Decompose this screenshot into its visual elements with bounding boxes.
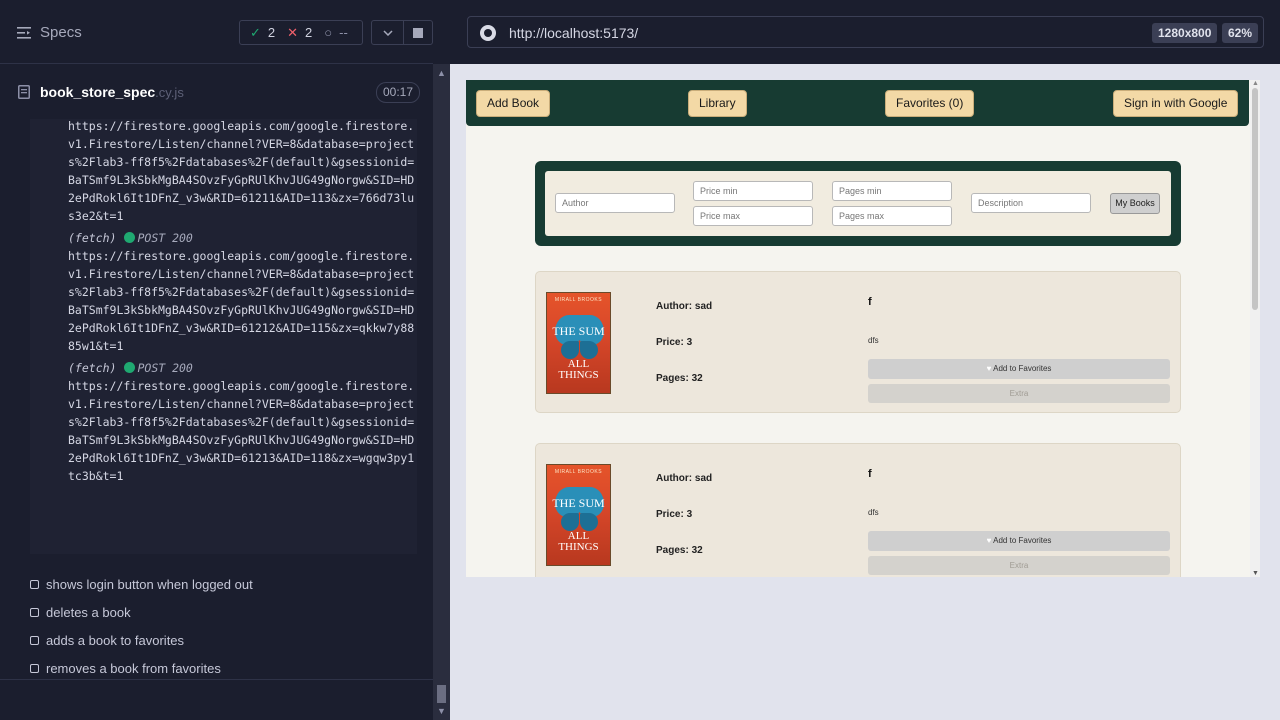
sign-in-button[interactable]: Sign in with Google <box>1113 90 1239 117</box>
book-title: f <box>868 296 872 308</box>
checkbox-icon <box>30 663 39 673</box>
price-max-input[interactable]: Price max <box>693 206 813 226</box>
add-to-favorites-button[interactable]: ♥ Add to Favorites <box>868 531 1170 551</box>
test-item[interactable]: deletes a book <box>30 598 253 626</box>
heart-icon: ♥ <box>986 364 992 373</box>
app-iframe: Add Book Library Favorites (0) Sign in w… <box>466 80 1260 577</box>
my-books-button[interactable]: My Books <box>1110 193 1160 214</box>
specs-label: Specs <box>40 24 82 41</box>
log-url: https://firestore.googleapis.com/google.… <box>68 249 415 353</box>
description-input[interactable]: Description <box>971 193 1091 213</box>
cypress-runner-panel: Specs ✓ 2 ✕ 2 ○ -- book_store_spec.cy.js 00… <box>0 0 433 720</box>
heart-icon: ♥ <box>986 536 992 545</box>
spec-header: book_store_spec.cy.js 00:17 <box>0 65 433 119</box>
log-entry[interactable]: https://firestore.googleapis.com/google.… <box>30 119 417 225</box>
failed-count: 2 <box>305 25 313 40</box>
app-scrollbar[interactable]: ▲ ▼ <box>1250 80 1260 577</box>
book-author: Author: sad <box>656 301 713 312</box>
log-entry[interactable]: (fetch) POST 200 https://firestore.google… <box>30 359 417 485</box>
scroll-up-icon[interactable]: ▲ <box>437 68 446 78</box>
library-button[interactable]: Library <box>688 90 747 117</box>
checkbox-icon <box>30 607 39 617</box>
divider <box>0 679 433 680</box>
book-price: Price: 3 <box>656 337 693 348</box>
stop-button[interactable] <box>403 20 433 45</box>
pages-max-input[interactable]: Pages max <box>832 206 952 226</box>
url-text: http://localhost:5173/ <box>509 25 639 41</box>
scroll-up-icon[interactable]: ▲ <box>1252 80 1259 87</box>
spec-duration: 00:17 <box>376 82 421 103</box>
collapse-button[interactable] <box>371 20 404 45</box>
book-pages: Pages: 32 <box>656 373 703 384</box>
add-to-favorites-button[interactable]: ♥ Add to Favorites <box>868 359 1170 379</box>
document-icon <box>18 85 30 99</box>
book-description: dfs <box>868 336 879 345</box>
book-pages: Pages: 32 <box>656 545 703 556</box>
zoom-badge[interactable]: 62% <box>1222 23 1259 43</box>
command-log: https://firestore.googleapis.com/google.… <box>30 119 417 554</box>
book-price: Price: 3 <box>656 509 693 520</box>
app-navbar: Add Book Library Favorites (0) Sign in w… <box>466 80 1249 126</box>
test-stats: ✓ 2 ✕ 2 ○ -- <box>239 20 363 45</box>
checkbox-icon <box>30 635 39 645</box>
log-head: (fetch) POST 200 <box>68 231 193 245</box>
failed-x-icon: ✕ <box>287 24 299 40</box>
book-title: f <box>868 468 872 480</box>
filter-panel: Author Price min Price max Pages min Pag… <box>535 161 1181 246</box>
url-bar[interactable]: http://localhost:5173/ 1280x800 62% <box>467 16 1264 48</box>
scroll-down-icon[interactable]: ▼ <box>1252 570 1259 577</box>
favorites-button[interactable]: Favorites (0) <box>885 90 975 117</box>
book-description: dfs <box>868 508 879 517</box>
filter-form: Author Price min Price max Pages min Pag… <box>545 171 1171 236</box>
test-item[interactable]: removes a book from favorites <box>30 654 253 682</box>
log-url: https://firestore.googleapis.com/google.… <box>68 119 415 223</box>
specs-list-icon <box>17 26 31 39</box>
scroll-thumb[interactable] <box>437 685 446 703</box>
book-author: Author: sad <box>656 473 713 484</box>
extra-button[interactable]: Extra <box>868 556 1170 575</box>
globe-icon <box>480 25 496 41</box>
scroll-thumb[interactable] <box>1252 88 1258 310</box>
extra-button[interactable]: Extra <box>868 384 1170 403</box>
spec-filename: book_store_spec.cy.js <box>40 84 184 100</box>
log-scrollbar[interactable]: ▲ ▼ <box>433 64 450 720</box>
passed-check-icon: ✓ <box>250 24 261 40</box>
scroll-down-icon[interactable]: ▼ <box>437 706 446 716</box>
book-card: MIRALL BROOKS THE SUM ALL THINGS Author:… <box>535 443 1181 577</box>
log-head: (fetch) POST 200 <box>68 361 193 375</box>
pages-min-input[interactable]: Pages min <box>832 181 952 201</box>
add-book-button[interactable]: Add Book <box>476 90 551 117</box>
runner-topbar: Specs ✓ 2 ✕ 2 ○ -- <box>0 0 433 64</box>
test-item[interactable]: shows login button when logged out <box>30 570 253 598</box>
specs-toggle[interactable]: Specs <box>17 24 82 41</box>
viewport-size-badge[interactable]: 1280x800 <box>1152 23 1218 43</box>
chevron-down-icon <box>382 29 393 36</box>
book-cover-image: MIRALL BROOKS THE SUM ALL THINGS <box>546 292 611 394</box>
book-cover-image: MIRALL BROOKS THE SUM ALL THINGS <box>546 464 611 566</box>
preview-header: http://localhost:5173/ 1280x800 62% <box>450 0 1280 64</box>
stop-icon <box>413 27 423 38</box>
passed-count: 2 <box>267 25 276 40</box>
log-url: https://firestore.googleapis.com/google.… <box>68 379 415 483</box>
test-list: shows login button when logged out delet… <box>30 570 253 682</box>
book-card: MIRALL BROOKS THE SUM ALL THINGS Author:… <box>535 271 1181 413</box>
pending-spinner-icon: ○ <box>324 25 333 40</box>
status-dot-icon <box>124 232 136 243</box>
test-item[interactable]: adds a book to favorites <box>30 626 253 654</box>
price-min-input[interactable]: Price min <box>693 181 813 201</box>
status-dot-icon <box>124 362 136 373</box>
app-preview: http://localhost:5173/ 1280x800 62% Add … <box>450 0 1280 720</box>
checkbox-icon <box>30 579 39 589</box>
log-entry[interactable]: (fetch) POST 200 https://firestore.google… <box>30 229 417 355</box>
author-input[interactable]: Author <box>555 193 675 213</box>
pending-count: -- <box>339 25 348 40</box>
